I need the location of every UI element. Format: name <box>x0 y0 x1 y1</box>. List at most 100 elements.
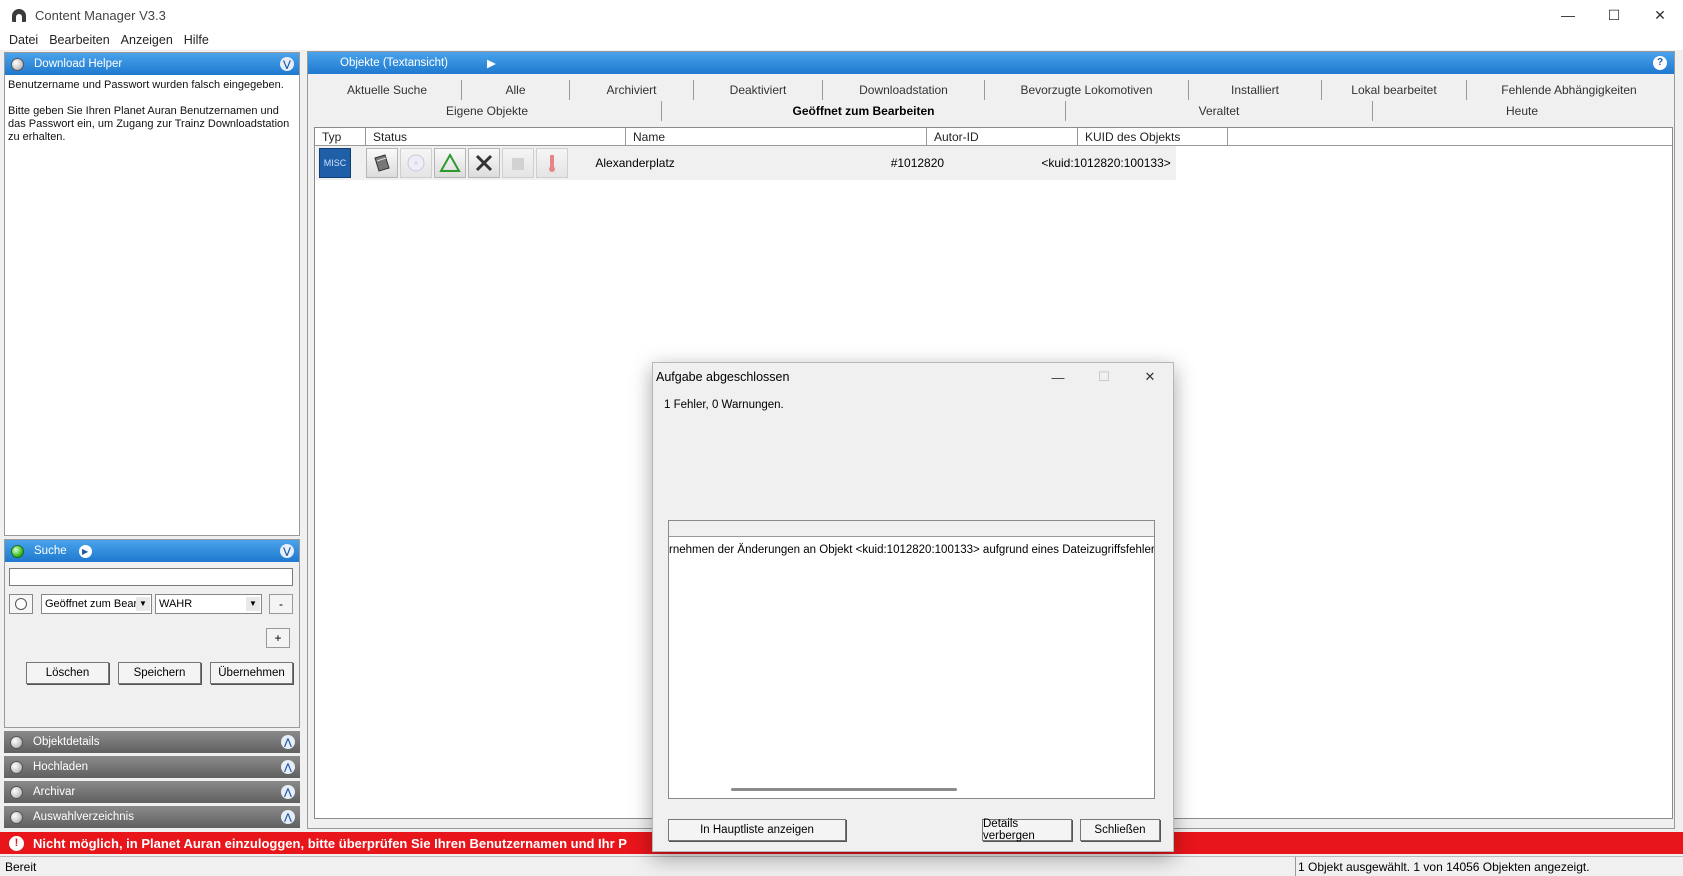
menu-bar: Datei Bearbeiten Anzeigen Hilfe <box>0 30 1683 50</box>
expand-chevron-icon[interactable]: ⋀ <box>281 760 295 774</box>
scrollbar-thumb[interactable] <box>731 788 957 791</box>
panel-auswahlverzeichnis-label: Auswahlverzeichnis <box>33 811 134 823</box>
tab-fehlende-abhaengigkeiten[interactable]: Fehlende Abhängigkeiten <box>1467 80 1671 100</box>
panel-hochladen-label: Hochladen <box>33 761 88 773</box>
row-author-id: #1012820 <box>890 156 945 170</box>
tab-installiert[interactable]: Installiert <box>1189 80 1322 100</box>
panel-status-icon <box>10 810 23 824</box>
menu-hilfe[interactable]: Hilfe <box>179 33 215 47</box>
dropdown-arrow-icon: ▼ <box>246 597 260 611</box>
tab-geoeffnet-zum-bearbeiten[interactable]: Geöffnet zum Bearbeiten <box>662 101 1066 121</box>
download-helper-panel: Download Helper ⋁ Benutzername und Passw… <box>4 52 300 536</box>
tab-alle[interactable]: Alle <box>462 80 570 100</box>
log-horizontal-scrollbar[interactable] <box>669 781 1154 798</box>
table-row[interactable]: MISC Alexanderplatz #1012820 <kuid:10128… <box>316 146 1176 180</box>
dialog-close-button[interactable]: ✕ <box>1127 363 1173 391</box>
col-kuid[interactable]: KUID des Objekts <box>1078 128 1228 145</box>
collapse-chevron-icon[interactable]: ⋁ <box>280 57 294 71</box>
col-status[interactable]: Status <box>366 128 626 145</box>
row-kuid: <kuid:1012820:100133> <box>1041 156 1171 170</box>
search-field-dropdown[interactable]: Geöffnet zum Bear ▼ <box>41 594 152 614</box>
expand-chevron-icon[interactable]: ⋀ <box>281 735 295 749</box>
tab-deaktiviert[interactable]: Deaktiviert <box>694 80 823 100</box>
tab-bevorzugte-lokomotiven[interactable]: Bevorzugte Lokomotiven <box>985 80 1189 100</box>
tab-aktuelle-suche[interactable]: Aktuelle Suche <box>313 80 462 100</box>
login-error-message: Benutzername und Passwort wurden falsch … <box>8 79 284 91</box>
tab-heute[interactable]: Heute <box>1373 101 1671 121</box>
objects-header: Objekte (Textansicht) ▶ ? <box>308 52 1674 74</box>
expand-chevron-icon[interactable]: ⋀ <box>281 810 295 824</box>
panel-objektdetails-label: Objektdetails <box>33 736 100 748</box>
download-helper-title: Download Helper <box>34 58 123 70</box>
show-in-main-list-button[interactable]: In Hauptliste anzeigen <box>668 819 846 841</box>
close-button[interactable]: ✕ <box>1637 0 1683 30</box>
type-badge: MISC <box>319 148 351 178</box>
menu-datei[interactable]: Datei <box>4 33 44 47</box>
minimize-button[interactable]: — <box>1545 0 1591 30</box>
expand-chevron-icon[interactable]: ⋀ <box>281 785 295 799</box>
dialog-close-action-button[interactable]: Schließen <box>1080 819 1160 841</box>
panel-status-icon <box>10 735 23 749</box>
panel-auswahlverzeichnis[interactable]: Auswahlverzeichnis ⋀ <box>4 806 300 828</box>
log-header <box>669 521 1154 537</box>
dialog-titlebar: Aufgabe abgeschlossen — ☐ ✕ <box>653 363 1173 391</box>
collapse-chevron-icon[interactable]: ⋁ <box>280 544 294 558</box>
hide-details-button[interactable]: Details verbergen <box>982 818 1072 842</box>
status-right: 1 Objekt ausgewählt. 1 von 14056 Objekte… <box>1295 856 1590 876</box>
search-field-value: Geöffnet zum Bear <box>45 598 138 610</box>
disc-icon <box>399 148 432 178</box>
dialog-log-list[interactable]: rnehmen der Änderungen an Objekt <kuid:1… <box>668 520 1155 799</box>
title-bar: Content Manager V3.3 — ☐ ✕ <box>0 0 1683 30</box>
clear-search-button[interactable]: Löschen <box>26 662 109 684</box>
col-name[interactable]: Name <box>626 128 927 145</box>
menu-bearbeiten[interactable]: Bearbeiten <box>44 33 115 47</box>
app-logo-icon <box>11 7 27 23</box>
search-value-value: WAHR <box>159 598 193 610</box>
documents-icon <box>365 148 398 178</box>
download-helper-header[interactable]: Download Helper ⋁ <box>5 53 299 75</box>
status-icons <box>365 148 585 178</box>
view-switch-icon[interactable]: ▶ <box>487 56 496 70</box>
search-header[interactable]: Suche ▶ ⋁ <box>5 540 299 562</box>
save-search-button[interactable]: Speichern <box>118 662 201 684</box>
search-body: Geöffnet zum Bear ▼ WAHR ▼ - + Löschen S… <box>5 562 299 712</box>
search-panel: Suche ▶ ⋁ Geöffnet zum Bear ▼ WAHR ▼ - +… <box>4 539 300 728</box>
search-title: Suche <box>34 545 67 557</box>
search-go-icon[interactable]: ▶ <box>78 544 92 558</box>
search-status-icon <box>11 544 24 558</box>
tab-archiviert[interactable]: Archiviert <box>570 80 694 100</box>
search-value-dropdown[interactable]: WAHR ▼ <box>155 594 262 614</box>
panel-archivar[interactable]: Archivar ⋀ <box>4 781 300 803</box>
tab-downloadstation[interactable]: Downloadstation <box>823 80 985 100</box>
dialog-title: Aufgabe abgeschlossen <box>656 370 790 384</box>
tab-veraltet[interactable]: Veraltet <box>1066 101 1373 121</box>
maximize-button[interactable]: ☐ <box>1591 0 1637 30</box>
panel-status-icon <box>11 57 24 71</box>
tools-icon <box>467 148 500 178</box>
error-bar-text: Nicht möglich, in Planet Auran einzulogg… <box>33 835 627 851</box>
dialog-maximize-button: ☐ <box>1098 369 1110 384</box>
tab-row-1: Aktuelle Suche Alle Archiviert Deaktivie… <box>313 80 1671 100</box>
remove-criterion-button[interactable]: - <box>269 594 293 614</box>
tab-row-2: Eigene Objekte Geöffnet zum Bearbeiten V… <box>313 101 1671 121</box>
collapsed-panels: Objektdetails ⋀ Hochladen ⋀ Archivar ⋀ A… <box>4 731 300 828</box>
error-icon: ! <box>9 835 24 851</box>
col-typ[interactable]: Typ <box>315 128 366 145</box>
download-helper-body: Benutzername und Passwort wurden falsch … <box>5 75 299 161</box>
panel-status-icon <box>10 785 23 799</box>
menu-anzeigen[interactable]: Anzeigen <box>116 33 179 47</box>
tab-lokal-bearbeitet[interactable]: Lokal bearbeitet <box>1322 80 1467 100</box>
add-criterion-button[interactable]: + <box>266 628 290 648</box>
dialog-minimize-button[interactable]: — <box>1035 363 1081 391</box>
search-toggle-button[interactable] <box>9 594 33 614</box>
panel-hochladen[interactable]: Hochladen ⋀ <box>4 756 300 778</box>
search-input[interactable] <box>9 568 293 586</box>
apply-search-button[interactable]: Übernehmen <box>210 662 293 684</box>
help-icon[interactable]: ? <box>1653 56 1667 70</box>
tab-eigene-objekte[interactable]: Eigene Objekte <box>313 101 662 121</box>
panel-objektdetails[interactable]: Objektdetails ⋀ <box>4 731 300 753</box>
col-autor-id[interactable]: Autor-ID <box>927 128 1078 145</box>
dropdown-arrow-icon: ▼ <box>136 597 150 611</box>
circle-icon <box>15 598 27 610</box>
log-line[interactable]: rnehmen der Änderungen an Objekt <kuid:1… <box>669 537 1154 556</box>
